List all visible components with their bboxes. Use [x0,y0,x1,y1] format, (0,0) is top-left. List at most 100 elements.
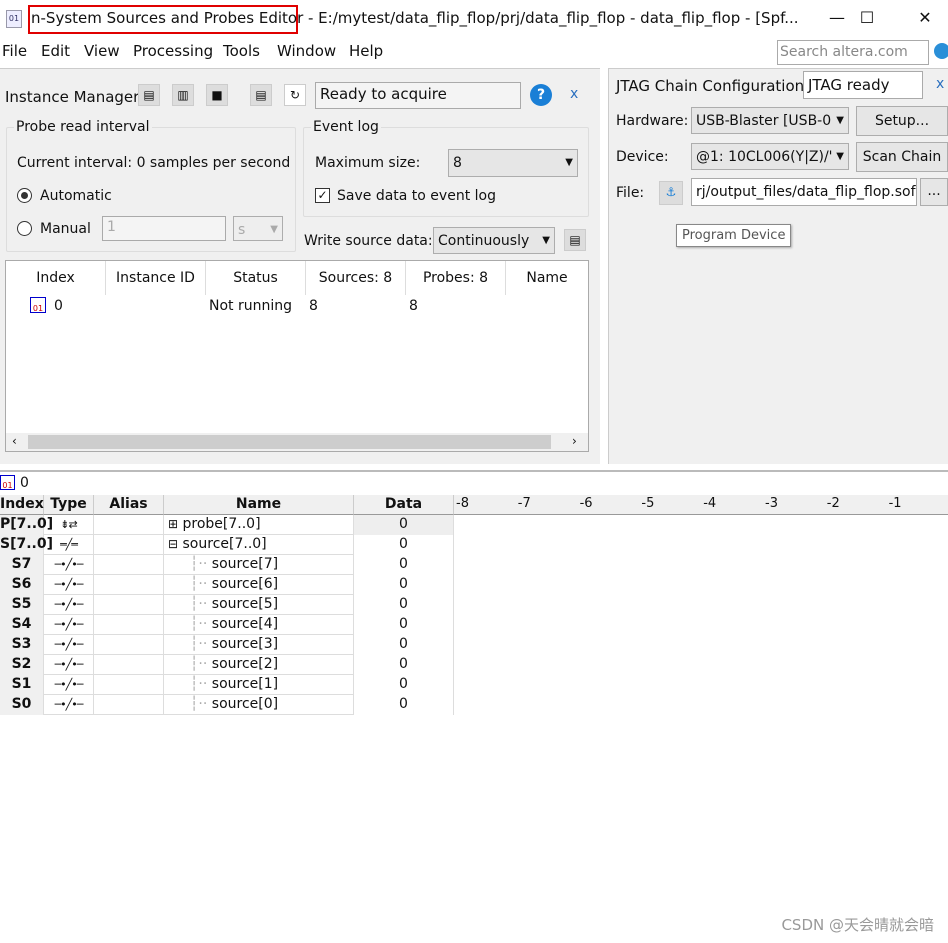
signal-row[interactable]: S2 ─•╱•─ ┆·· source[2] 0 [0,655,454,675]
signal-name-text: source[2] [211,656,279,672]
signal-row[interactable]: S4 ─•╱•─ ┆·· source[4] 0 [0,615,454,635]
device-select[interactable]: @1: 10CL006(Y|Z)/' ▼ [691,143,849,170]
signal-alias[interactable] [94,675,164,695]
signal-alias[interactable] [94,595,164,615]
signal-row[interactable]: S0 ─•╱•─ ┆·· source[0] 0 [0,695,454,715]
menu-view[interactable]: View [84,42,120,60]
signal-data[interactable]: 0 [354,535,454,555]
close-panel-button[interactable]: x [570,86,578,102]
menu-file[interactable]: File [2,42,27,60]
browse-button[interactable]: ... [920,178,948,206]
signal-alias[interactable] [94,635,164,655]
signal-row[interactable]: S1 ─•╱•─ ┆·· source[1] 0 [0,675,454,695]
signal-alias[interactable] [94,695,164,715]
signal-data[interactable]: 0 [354,655,454,675]
globe-icon[interactable] [934,43,948,59]
table-row[interactable]: 01 0 Not running 8 8 [6,295,588,317]
signal-row[interactable]: P[7..0] ⇟⇄ ⊞ probe[7..0] 0 [0,515,454,535]
expander-icon[interactable]: ⊟ [168,537,178,551]
signal-name-text: source[3] [211,636,279,652]
signal-alias[interactable] [94,615,164,635]
menu-tools[interactable]: Tools [223,42,260,60]
help-icon[interactable]: ? [530,84,552,106]
col-type[interactable]: Type [44,495,94,515]
setup-button[interactable]: Setup... [856,106,948,136]
timeline-tick: -4 [703,496,717,511]
col-index[interactable]: Index [0,495,44,515]
signal-alias[interactable] [94,515,164,535]
signal-data[interactable]: 0 [354,555,454,575]
signal-index: S0 [0,695,44,715]
signal-row[interactable]: S[7..0] ═╱═ ⊟ source[7..0] 0 [0,535,454,555]
write-data-icon[interactable]: ▤ [250,84,272,106]
horizontal-scrollbar[interactable]: ‹ › [6,433,588,451]
menu-help[interactable]: Help [349,42,383,60]
scroll-thumb[interactable] [28,435,551,449]
maximize-button[interactable]: ☐ [852,8,882,27]
write-source-select[interactable]: Continuously ▼ [433,227,555,254]
save-event-log-checkbox[interactable]: ✓ [315,188,330,203]
refresh-icon[interactable]: ↻ [284,84,306,106]
col-index[interactable]: Index [6,261,106,295]
write-now-icon[interactable]: ▤ [564,229,586,251]
signal-row[interactable]: S6 ─•╱•─ ┆·· source[6] 0 [0,575,454,595]
max-size-select[interactable]: 8 ▼ [448,149,578,177]
col-instance-id[interactable]: Instance ID [106,261,206,295]
close-jtag-button[interactable]: x [936,76,944,92]
program-device-icon[interactable]: ⚓ [659,181,683,205]
signal-data[interactable]: 0 [354,615,454,635]
signal-index: S6 [0,575,44,595]
menu-processing[interactable]: Processing [133,42,213,60]
signal-name: ⊟ source[7..0] [164,535,354,555]
col-sources[interactable]: Sources: 8 [306,261,406,295]
chevron-down-icon: ▼ [542,235,550,246]
device-label: Device: [616,149,669,165]
signal-data[interactable]: 0 [354,515,454,535]
minimize-button[interactable]: — [822,8,852,27]
col-status[interactable]: Status [206,261,306,295]
unit-select[interactable]: s ▼ [233,216,283,241]
window-title: n-System Sources and Probes Editor - E:/… [31,9,799,27]
signal-data[interactable]: 0 [354,635,454,655]
signal-row[interactable]: S5 ─•╱•─ ┆·· source[5] 0 [0,595,454,615]
manual-label: Manual [40,221,91,237]
col-data[interactable]: Data [354,495,454,515]
scan-chain-button[interactable]: Scan Chain [856,142,948,172]
signal-data[interactable]: 0 [354,595,454,615]
hardware-select[interactable]: USB-Blaster [USB-0 ▼ [691,107,849,134]
menu-window[interactable]: Window [277,42,336,60]
signal-alias[interactable] [94,555,164,575]
title-rest: - E:/mytest/data_flip_flop/prj/data_flip… [303,9,799,27]
source-icon: ─•╱•─ [44,695,94,715]
col-name[interactable]: Name [506,261,588,295]
signal-data[interactable]: 0 [354,575,454,595]
signal-row[interactable]: S3 ─•╱•─ ┆·· source[3] 0 [0,635,454,655]
col-alias[interactable]: Alias [94,495,164,515]
read-data-icon[interactable]: ▤ [138,84,160,106]
col-probes[interactable]: Probes: 8 [406,261,506,295]
title-highlight: n-System Sources and Probes Editor [31,9,304,27]
continuous-read-icon[interactable]: ▥ [172,84,194,106]
signal-data[interactable]: 0 [354,675,454,695]
menu-edit[interactable]: Edit [41,42,70,60]
automatic-radio[interactable] [17,188,32,203]
signal-name-text: source[7..0] [182,536,267,552]
write-source-value: Continuously [438,233,530,249]
col-name[interactable]: Name [164,495,354,515]
file-input[interactable]: rj/output_files/data_flip_flop.sof [691,178,917,206]
signal-alias[interactable] [94,575,164,595]
scroll-left-icon[interactable]: ‹ [12,434,17,448]
scroll-right-icon[interactable]: › [572,434,577,448]
manual-radio[interactable] [17,221,32,236]
manual-interval-input[interactable]: 1 [102,216,226,241]
signal-alias[interactable] [94,535,164,555]
signal-alias[interactable] [94,655,164,675]
stop-icon[interactable]: ■ [206,84,228,106]
source-icon: ─•╱•─ [44,575,94,595]
expander-icon[interactable]: ⊞ [168,517,178,531]
signal-name: ┆·· source[6] [164,575,354,595]
signal-data[interactable]: 0 [354,695,454,715]
search-input[interactable]: Search altera.com [777,40,929,65]
close-button[interactable]: ✕ [910,8,940,27]
signal-row[interactable]: S7 ─•╱•─ ┆·· source[7] 0 [0,555,454,575]
